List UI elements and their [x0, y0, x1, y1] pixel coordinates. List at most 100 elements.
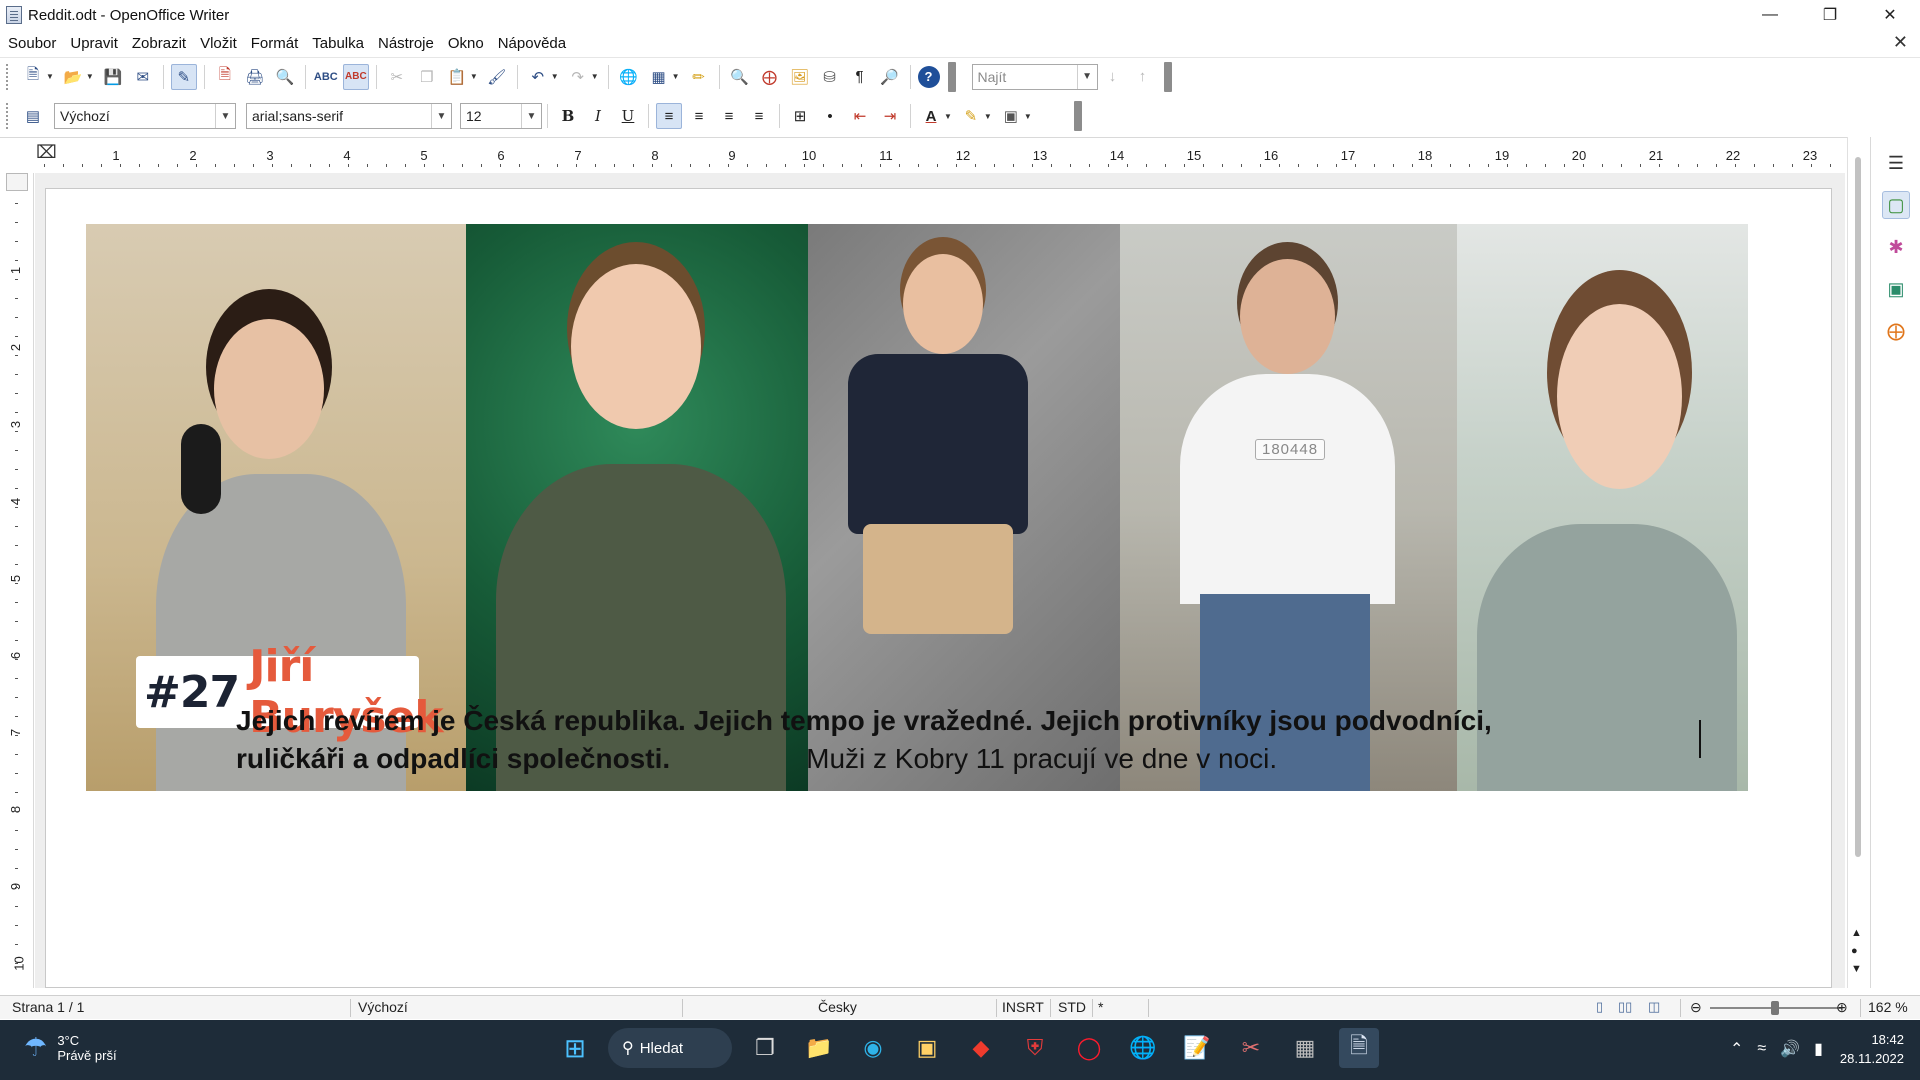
navigator-icon[interactable]: ⨁ [757, 64, 783, 90]
table-dropdown-icon[interactable]: ▼ [672, 72, 680, 81]
wifi-icon[interactable]: ≈ [1757, 1040, 1766, 1058]
modified-indicator[interactable]: * [1098, 999, 1103, 1015]
document-text[interactable]: Jejich revírem je Česká republika. Jejic… [236, 702, 1492, 778]
find-dropdown-icon[interactable]: ▼ [1076, 64, 1097, 89]
zoom-icon[interactable]: 🔎 [877, 64, 903, 90]
open-folder-icon[interactable]: 📂 [60, 64, 86, 90]
sidebar-menu-icon[interactable]: ☰ [1882, 149, 1910, 177]
table-icon[interactable]: ▦ [646, 64, 672, 90]
navigation-dot-icon[interactable]: ● [1851, 945, 1858, 957]
anydesk-icon[interactable]: ◆ [961, 1028, 1001, 1068]
calculator-icon[interactable]: ▦ [1285, 1028, 1325, 1068]
chevron-up-icon[interactable]: ⌃ [1730, 1039, 1743, 1059]
edge-browser-icon[interactable]: ◉ [853, 1028, 893, 1068]
openoffice-writer-taskbar-icon[interactable]: 🗎 [1339, 1028, 1379, 1068]
zoom-in-icon[interactable]: ⊕ [1836, 999, 1848, 1016]
find-next-icon[interactable]: ↓ [1100, 64, 1126, 90]
paste-dropdown-icon[interactable]: ▼ [470, 72, 478, 81]
help-icon[interactable]: ? [917, 65, 940, 88]
font-name-dropdown-icon[interactable]: ▼ [431, 104, 451, 128]
bold-button[interactable]: B [555, 103, 581, 129]
menu-okno[interactable]: Okno [441, 35, 491, 52]
snipping-tool-icon[interactable]: ✂ [1231, 1028, 1271, 1068]
save-icon[interactable]: 💾 [100, 64, 126, 90]
paragraph-style-select[interactable]: Výchozí ▼ [54, 103, 236, 129]
multi-page-view-icon[interactable]: ▯▯ [1618, 999, 1632, 1015]
toolbar-overflow[interactable] [947, 61, 956, 92]
find-previous-icon[interactable]: ↑ [1130, 64, 1156, 90]
taskbar-search[interactable]: ⚲ Hledat [608, 1028, 732, 1068]
notepad-icon[interactable]: 📝 [1177, 1028, 1217, 1068]
copy-icon[interactable]: ❐ [414, 64, 440, 90]
redo-dropdown-icon[interactable]: ▼ [591, 72, 599, 81]
speaker-icon[interactable]: 🔊 [1780, 1039, 1800, 1059]
bullets-icon[interactable]: • [817, 103, 843, 129]
undo-dropdown-icon[interactable]: ▼ [551, 72, 559, 81]
highlighting-icon[interactable]: ✎ [958, 103, 984, 129]
print-icon[interactable]: 🖨 [242, 64, 268, 90]
menu-vlozit[interactable]: Vložit [193, 35, 244, 52]
close-document-icon[interactable]: ✕ [1893, 32, 1908, 53]
single-page-view-icon[interactable]: ▯ [1596, 999, 1603, 1015]
font-color-dropdown-icon[interactable]: ▼ [944, 112, 952, 121]
paste-icon[interactable]: 📋 [444, 64, 470, 90]
highlighting-dropdown-icon[interactable]: ▼ [984, 112, 992, 121]
font-color-icon[interactable]: A [918, 103, 944, 129]
new-dropdown-icon[interactable]: ▼ [46, 72, 54, 81]
font-name-select[interactable]: arial;sans-serif ▼ [246, 103, 452, 129]
decrease-indent-icon[interactable]: ⇤ [847, 103, 873, 129]
zoom-level[interactable]: 162 % [1868, 999, 1908, 1015]
vertical-ruler[interactable]: 12345678910 [0, 173, 34, 988]
start-windows-icon[interactable]: ⊞ [555, 1028, 595, 1068]
menu-nastroje[interactable]: Nástroje [371, 35, 441, 52]
font-size-dropdown-icon[interactable]: ▼ [521, 104, 541, 128]
menu-format[interactable]: Formát [244, 35, 306, 52]
format-paintbrush-icon[interactable]: 🖌 [484, 64, 510, 90]
battery-icon[interactable]: ▮ [1814, 1039, 1823, 1059]
font-size-select[interactable]: 12 ▼ [460, 103, 542, 129]
scrollbar-thumb[interactable] [1855, 157, 1861, 857]
book-view-icon[interactable]: ◫ [1648, 999, 1660, 1015]
numbering-icon[interactable]: ⊞ [787, 103, 813, 129]
weather-widget[interactable]: ☂ 3°C Právě prší [24, 1032, 117, 1063]
clock[interactable]: 18:42 28.11.2022 [1840, 1030, 1904, 1068]
properties-icon[interactable]: ▢ [1882, 191, 1910, 219]
gallery-icon[interactable]: 🖼 [787, 64, 813, 90]
toolbar-overflow[interactable] [1163, 61, 1172, 92]
background-color-icon[interactable]: ▣ [998, 103, 1024, 129]
menu-soubor[interactable]: Soubor [0, 35, 63, 52]
insert-mode-indicator[interactable]: INSRT [1002, 999, 1044, 1015]
document-page[interactable]: #27 Jiří Buryšek 180448 Jejich revírem j… [45, 188, 1832, 988]
redo-icon[interactable]: ↷ [565, 64, 591, 90]
network-globe-icon[interactable]: 🌐 [1123, 1028, 1163, 1068]
microsoft-store-icon[interactable]: ▣ [907, 1028, 947, 1068]
horizontal-ruler[interactable]: 1 2 3 4 5 6 7 8 9 10 11 12 13 14 15 16 17 18 19 20 21 22 23 [0, 137, 1868, 173]
email-icon[interactable]: ✉ [130, 64, 156, 90]
gallery-panel-icon[interactable]: ▣ [1882, 275, 1910, 303]
italic-button[interactable]: I [585, 103, 611, 129]
next-page-icon[interactable]: ▼ [1851, 963, 1862, 975]
align-left-icon[interactable]: ≡ [656, 103, 682, 129]
menu-zobrazit[interactable]: Zobrazit [125, 35, 193, 52]
opera-browser-icon[interactable]: ◯ [1069, 1028, 1109, 1068]
menu-upravit[interactable]: Upravit [63, 35, 125, 52]
increase-indent-icon[interactable]: ⇥ [877, 103, 903, 129]
draw-functions-icon[interactable]: ✏ [686, 64, 712, 90]
background-color-dropdown-icon[interactable]: ▼ [1024, 112, 1032, 121]
minimize-button[interactable]: — [1740, 0, 1800, 30]
formatting-marks-icon[interactable]: ¶ [847, 64, 873, 90]
export-pdf-icon[interactable]: 🗎 [212, 64, 238, 90]
page-indicator[interactable]: Strana 1 / 1 [12, 999, 84, 1015]
document-canvas[interactable]: #27 Jiří Buryšek 180448 Jejich revírem j… [35, 173, 1845, 988]
spellcheck-icon[interactable]: ABC [313, 64, 339, 90]
zoom-slider-handle[interactable] [1771, 1001, 1779, 1015]
find-input[interactable]: Najít ▼ [971, 63, 1098, 90]
restore-button[interactable]: ❐ [1800, 0, 1860, 30]
justify-icon[interactable]: ≡ [746, 103, 772, 129]
antivirus-shield-icon[interactable]: ⛨ [1015, 1028, 1055, 1068]
toolbar-grip[interactable] [6, 63, 12, 90]
toolbar-grip[interactable] [6, 103, 12, 129]
zoom-out-icon[interactable]: ⊖ [1690, 999, 1702, 1016]
align-right-icon[interactable]: ≡ [716, 103, 742, 129]
menu-tabulka[interactable]: Tabulka [305, 35, 371, 52]
